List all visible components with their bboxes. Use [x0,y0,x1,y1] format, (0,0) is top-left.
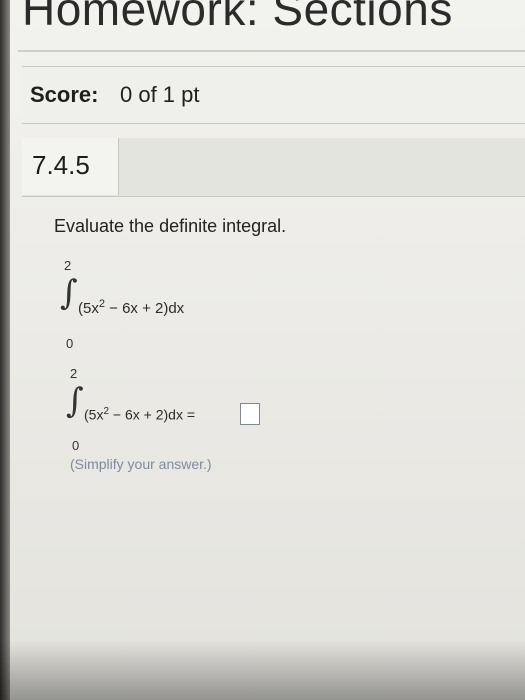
upper-limit: 2 [64,258,72,273]
lower-limit: 0 [66,336,74,351]
question-number: 7.4.5 [32,150,90,180]
answer-integral-sign: ∫ [66,381,84,421]
integrand: (5x2 − 6x + 2)dx [78,298,184,317]
screen: Homework: Sections Score: 0 of 1 pt 7.4.… [0,0,525,700]
answer-upper-limit: 2 [70,366,78,381]
answer-input[interactable] [240,403,260,425]
score-label: Score: [30,82,99,107]
integral-expression: 2 ∫ (5x2 − 6x + 2)dx 0 [58,256,278,356]
answer-integrand-rest: − 6x + 2)dx = [109,406,196,423]
integrand-rest: − 6x + 2)dx [104,300,185,317]
question-prompt: Evaluate the definite integral. [54,216,287,236]
answer-expression: 2 ∫ (5x2 − 6x + 2)dx = 0 [64,366,304,456]
screen-shade [0,640,525,700]
question-number-box: 7.4.5 [22,138,119,195]
title-divider [18,50,525,52]
answer-lower-limit: 0 [72,438,80,453]
score-row: Score: 0 of 1 pt [22,66,525,124]
integrand-base: (5x [78,300,99,317]
score-value: 0 of 1 pt [120,82,200,107]
monitor-bezel [0,0,10,700]
answer-integrand: (5x2 − 6x + 2)dx = [84,406,195,423]
page-title: Homework: Sections [22,0,453,35]
integral-sign: ∫ [60,273,78,313]
answer-integrand-base: (5x [84,406,104,423]
question-header: 7.4.5 [22,138,525,197]
simplify-hint: (Simplify your answer.) [70,456,212,472]
